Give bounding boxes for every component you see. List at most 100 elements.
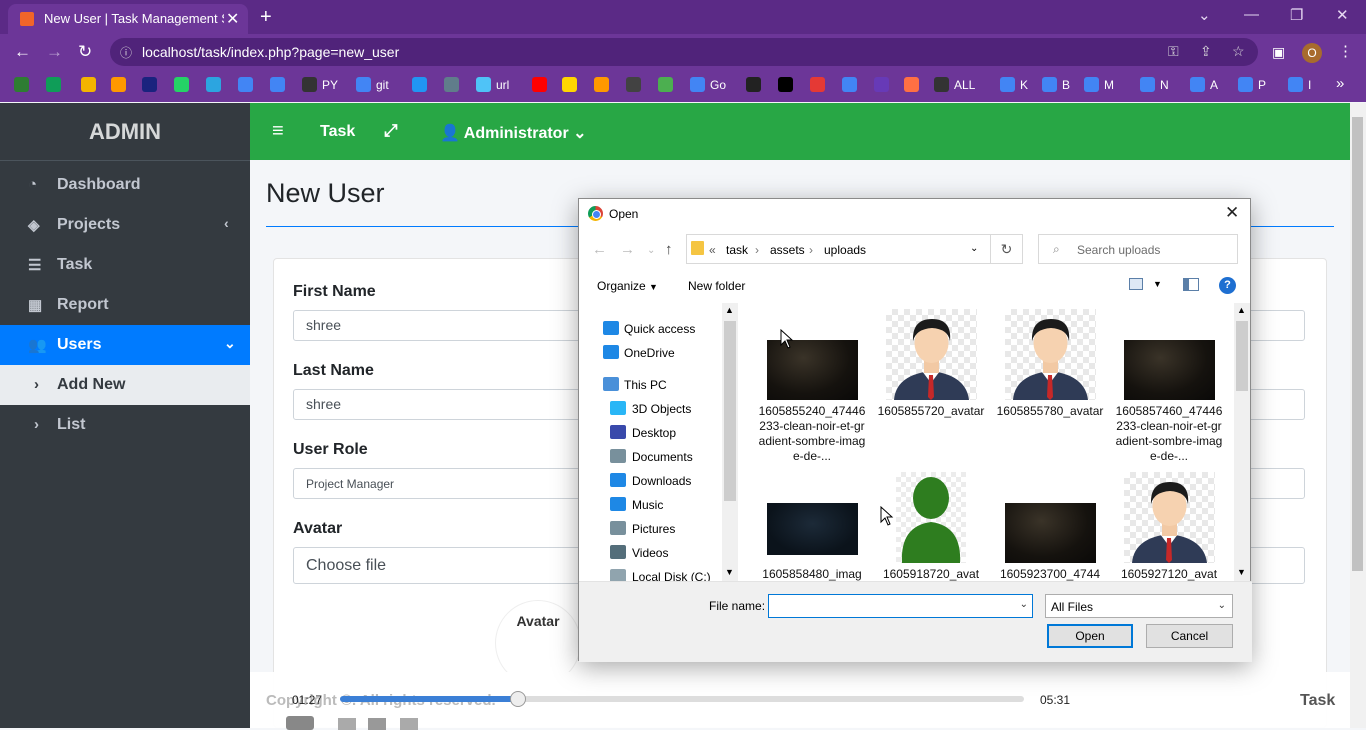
tab-search-icon[interactable]: ⌄ xyxy=(1198,6,1211,24)
organize-button[interactable]: Organize ▼ xyxy=(597,279,658,293)
bookmark-item[interactable] xyxy=(14,77,34,95)
tree-item[interactable]: Quick access xyxy=(579,317,724,341)
file-item[interactable]: 1605855780_avatar xyxy=(995,309,1105,469)
tab-close-icon[interactable]: ✕ xyxy=(226,9,239,29)
page-scrollbar[interactable] xyxy=(1350,103,1366,728)
bookmarks-overflow-icon[interactable]: » xyxy=(1336,75,1344,93)
tree-item[interactable]: Downloads xyxy=(579,469,724,493)
seek-bar[interactable] xyxy=(340,691,1024,707)
prev-icon[interactable] xyxy=(338,718,356,730)
bookmark-item[interactable] xyxy=(46,77,66,95)
tree-item[interactable]: 3D Objects xyxy=(579,397,724,421)
bookmark-item[interactable]: url xyxy=(476,77,509,95)
view-mode-icon[interactable] xyxy=(1129,278,1143,290)
menu-kebab-icon[interactable]: ⋮ xyxy=(1338,42,1353,60)
browser-tab[interactable]: New User | Task Management Sy ✕ xyxy=(8,4,248,34)
scrollbar-thumb[interactable] xyxy=(1236,321,1248,391)
bookmark-star-icon[interactable]: ☆ xyxy=(1232,43,1245,60)
site-info-icon[interactable]: ⓘ xyxy=(120,44,132,61)
sidebar-subitem-list[interactable]: › List xyxy=(0,405,250,445)
bookmark-item[interactable] xyxy=(206,77,226,95)
tree-item[interactable]: Documents xyxy=(579,445,724,469)
new-tab-button[interactable]: + xyxy=(260,6,272,29)
dialog-back-icon[interactable]: ← xyxy=(592,241,607,258)
search-uploads-input[interactable]: ⌕ Search uploads xyxy=(1038,234,1238,264)
bookmark-item[interactable] xyxy=(532,77,552,95)
files-scrollbar[interactable]: ▲ ▼ xyxy=(1234,303,1250,581)
bookmark-item[interactable] xyxy=(111,77,131,95)
back-icon[interactable]: ← xyxy=(14,42,31,62)
chevron-down-icon[interactable]: ⌄ xyxy=(1020,599,1028,610)
bookmark-item[interactable] xyxy=(842,77,862,95)
fullscreen-icon[interactable]: ⤢ xyxy=(384,121,398,141)
file-item[interactable]: 1605857460_47446233-clean-noir-et-gradie… xyxy=(1114,309,1224,469)
file-name-input[interactable]: ⌄ xyxy=(768,594,1033,618)
bookmark-item[interactable] xyxy=(562,77,582,95)
cancel-button[interactable]: Cancel xyxy=(1146,624,1233,648)
bookmark-item[interactable] xyxy=(594,77,614,95)
bookmark-item[interactable]: A xyxy=(1190,77,1218,95)
tree-item[interactable]: Videos xyxy=(579,541,724,565)
bookmark-item[interactable] xyxy=(412,77,432,95)
refresh-icon[interactable]: ↻ xyxy=(991,234,1023,264)
navbar-title[interactable]: Task xyxy=(320,123,355,141)
bookmark-item[interactable]: PY xyxy=(302,77,338,95)
tree-item[interactable]: OneDrive xyxy=(579,341,724,365)
scroll-down-icon[interactable]: ▼ xyxy=(725,567,734,577)
profile-avatar[interactable]: O xyxy=(1302,43,1322,63)
hamburger-icon[interactable]: ≡ xyxy=(272,120,284,143)
view-dropdown-icon[interactable]: ▼ xyxy=(1153,279,1162,289)
breadcrumb-overflow-icon[interactable]: « xyxy=(709,243,716,257)
seek-handle[interactable] xyxy=(509,691,526,707)
side-panel-icon[interactable]: ▣ xyxy=(1272,44,1285,61)
bookmark-item[interactable]: B xyxy=(1042,77,1070,95)
bookmark-item[interactable]: N xyxy=(1140,77,1169,95)
bookmark-item[interactable] xyxy=(874,77,894,95)
tree-scrollbar[interactable]: ▲ ▼ xyxy=(722,303,738,581)
bookmark-item[interactable]: I xyxy=(1288,77,1311,95)
file-item[interactable]: 1605927120_avat xyxy=(1114,472,1224,581)
window-close-icon[interactable]: ✕ xyxy=(1336,6,1349,24)
preview-pane-icon[interactable] xyxy=(1183,278,1199,291)
breadcrumb-assets[interactable]: assets xyxy=(770,243,805,257)
restore-icon[interactable]: ❐ xyxy=(1290,6,1303,24)
breadcrumb-task[interactable]: task xyxy=(726,243,748,257)
tree-item[interactable]: Pictures xyxy=(579,517,724,541)
bookmark-item[interactable]: P xyxy=(1238,77,1266,95)
bookmark-item[interactable] xyxy=(270,77,290,95)
file-item[interactable]: 1605855720_avatar xyxy=(876,309,986,469)
recent-locations-icon[interactable]: ⌄ xyxy=(647,245,655,256)
bookmark-item[interactable] xyxy=(444,77,464,95)
sidebar-item-projects[interactable]: ◈ Projects ‹ xyxy=(0,205,250,245)
scroll-down-icon[interactable]: ▼ xyxy=(1237,567,1246,577)
tree-item[interactable]: This PC xyxy=(579,373,724,397)
tree-item[interactable]: Desktop xyxy=(579,421,724,445)
breadcrumb[interactable]: « task › assets › uploads ⌄ xyxy=(686,234,991,264)
bookmark-item[interactable]: M xyxy=(1084,77,1114,95)
scroll-up-icon[interactable]: ▲ xyxy=(725,305,734,315)
scrollbar-thumb[interactable] xyxy=(1352,117,1363,571)
dialog-forward-icon[interactable]: → xyxy=(620,241,635,258)
bookmark-item[interactable] xyxy=(238,77,258,95)
file-item[interactable]: 1605858480_imag xyxy=(757,472,867,581)
key-icon[interactable]: ⚿ xyxy=(1168,43,1179,60)
bookmark-item[interactable] xyxy=(904,77,924,95)
sidebar-brand[interactable]: ADMIN xyxy=(0,103,250,161)
tree-item[interactable]: Local Disk (C:) xyxy=(579,565,724,581)
bookmark-item[interactable] xyxy=(174,77,194,95)
sidebar-item-users[interactable]: 👥 Users ⌄ xyxy=(0,325,250,365)
breadcrumb-uploads[interactable]: uploads xyxy=(824,243,866,257)
minimize-icon[interactable]: — xyxy=(1244,6,1259,23)
tree-item[interactable]: Music xyxy=(579,493,724,517)
scroll-up-icon[interactable]: ▲ xyxy=(1237,305,1246,315)
file-item[interactable]: 1605923700_4744 xyxy=(995,472,1105,581)
breadcrumb-dropdown-icon[interactable]: ⌄ xyxy=(970,243,978,254)
bookmark-item[interactable]: ALL xyxy=(934,77,975,95)
sidebar-item-task[interactable]: ☰ Task xyxy=(0,245,250,285)
bookmark-item[interactable]: Go xyxy=(690,77,726,95)
next-icon[interactable] xyxy=(400,718,418,730)
share-icon[interactable]: ⇪ xyxy=(1200,43,1212,60)
user-menu[interactable]: 👤 Administrator ⌄ xyxy=(440,123,587,143)
file-item[interactable]: 1605918720_avat xyxy=(876,472,986,581)
url-text[interactable]: localhost/task/index.php?page=new_user xyxy=(142,44,399,60)
